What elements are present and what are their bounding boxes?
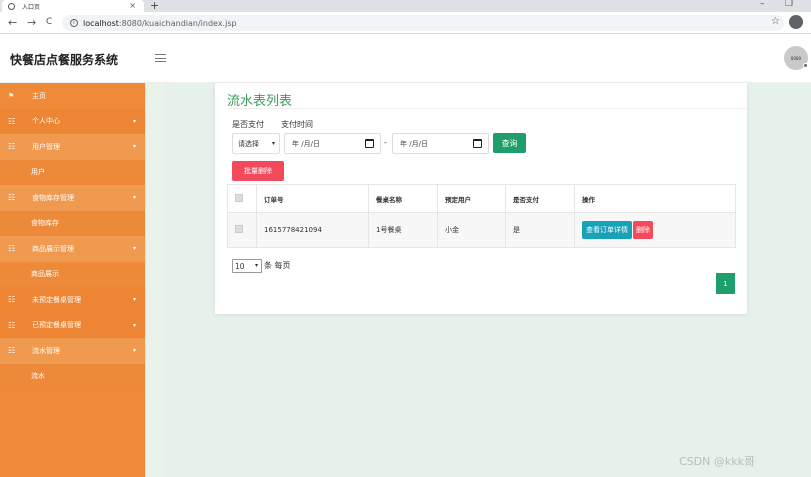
- forward-icon[interactable]: →: [27, 16, 36, 29]
- sidebar-item-home[interactable]: ⚑ 主页: [0, 83, 145, 109]
- sidebar-item-flow-mgmt[interactable]: ☷ 流水管理 ▾: [0, 338, 145, 364]
- chevron-down-icon: ▾: [132, 245, 136, 252]
- address-bar: ← → C i localhost:8080/kuaichandian/inde…: [0, 12, 811, 34]
- grid-icon: ☷: [8, 244, 16, 254]
- list-card: 流水表列表 是否支付 支付时间 请选择 ▾ 年 /月/日 - 年 /月/日 查询…: [215, 83, 747, 314]
- end-date-input[interactable]: 年 /月/日: [392, 133, 489, 154]
- table-header-row: 订单号 餐桌名称 预定用户 是否支付 操作: [227, 184, 736, 213]
- chevron-down-icon: ▾: [132, 194, 136, 201]
- avatar[interactable]: 8080: [784, 46, 808, 70]
- grid-icon: ☷: [8, 116, 16, 126]
- col-header-order-no[interactable]: 订单号: [256, 184, 369, 213]
- browser-tab-bar: 入口页 × + – ❐: [0, 0, 811, 12]
- select-all-cell: [227, 184, 257, 213]
- col-header-table-name[interactable]: 餐桌名称: [368, 184, 438, 213]
- table-row: 1615778421094 1号餐桌 小金 是 查看订单详情 删除: [227, 212, 736, 248]
- chevron-down-icon: ▾: [132, 321, 136, 329]
- tab-title: 入口页: [22, 3, 41, 11]
- paid-filter-label: 是否支付: [232, 120, 264, 129]
- page-title: 流水表列表: [227, 94, 293, 109]
- flag-icon: ⚑: [8, 91, 15, 100]
- watermark: CSDN @kkk哥: [679, 455, 755, 468]
- delete-button[interactable]: 删除: [633, 221, 653, 239]
- page-button-current[interactable]: 1: [716, 273, 735, 294]
- url-text: localhost:8080/kuaichandian/index.jsp: [83, 18, 237, 28]
- paid-cell: 是: [505, 212, 575, 248]
- sidebar-subitem-food-stock[interactable]: 食物库存: [0, 210, 145, 236]
- per-page-label: 条 每页: [264, 261, 291, 270]
- app-header: 快餐店点餐服务系统 8080: [0, 34, 811, 83]
- bookmark-star-icon[interactable]: ☆: [771, 16, 780, 27]
- col-header-actions: 操作: [574, 184, 736, 213]
- paid-select[interactable]: 请选择 ▾: [232, 133, 280, 154]
- status-dot: [803, 63, 808, 68]
- flow-table: 订单号 餐桌名称 预定用户 是否支付 操作 1615778421094 1号餐桌…: [227, 184, 736, 248]
- query-button[interactable]: 查询: [493, 133, 526, 153]
- date-separator: -: [384, 138, 387, 147]
- sidebar: ⚑ 主页 ☷ 个人中心 ▾ ☷ 用户管理 ▾ 用户 ☷ 食物库存管理 ▾ 食物库…: [0, 83, 145, 477]
- globe-icon: [8, 2, 15, 10]
- site-info-icon[interactable]: i: [70, 19, 78, 27]
- sidebar-item-unreserved-tables[interactable]: ☷ 未预定餐桌管理 ▾: [0, 287, 145, 313]
- title-divider: [227, 108, 747, 109]
- sidebar-item-profile[interactable]: ☷ 个人中心 ▾: [0, 108, 145, 134]
- profile-icon[interactable]: [789, 15, 803, 29]
- page-size-select[interactable]: 10 ▾: [232, 259, 262, 273]
- grid-icon: ☷: [8, 142, 16, 152]
- browser-tab[interactable]: 入口页 ×: [2, 0, 144, 12]
- col-header-paid[interactable]: 是否支付: [505, 184, 575, 213]
- sidebar-item-user-mgmt[interactable]: ☷ 用户管理 ▾: [0, 134, 145, 160]
- grid-icon: ☷: [8, 193, 16, 203]
- col-header-user[interactable]: 预定用户: [437, 184, 506, 213]
- reload-icon[interactable]: C: [46, 17, 52, 27]
- order-no-cell: 1615778421094: [256, 212, 369, 248]
- sidebar-subitem-flow[interactable]: 流水: [0, 363, 145, 389]
- main-content: 流水表列表 是否支付 支付时间 请选择 ▾ 年 /月/日 - 年 /月/日 查询…: [165, 83, 811, 477]
- time-filter-label: 支付时间: [281, 120, 313, 129]
- chevron-down-icon: ▾: [132, 296, 136, 303]
- row-select-cell: [227, 212, 257, 248]
- chevron-down-icon: ▾: [132, 117, 136, 125]
- back-icon[interactable]: ←: [8, 16, 17, 29]
- sidebar-subitem-product[interactable]: 商品展示: [0, 261, 145, 287]
- sidebar-item-product-mgmt[interactable]: ☷ 商品展示管理 ▾: [0, 236, 145, 262]
- brand-title: 快餐店点餐服务系统: [10, 53, 119, 67]
- calendar-icon[interactable]: [365, 139, 374, 148]
- minimize-icon[interactable]: –: [760, 0, 765, 9]
- close-tab-icon[interactable]: ×: [129, 1, 136, 10]
- start-date-input[interactable]: 年 /月/日: [284, 133, 381, 154]
- grid-icon: ☷: [8, 295, 16, 305]
- row-checkbox[interactable]: [235, 225, 243, 233]
- actions-cell: 查看订单详情 删除: [574, 212, 736, 248]
- chevron-down-icon: ▾: [132, 347, 136, 354]
- url-field[interactable]: i localhost:8080/kuaichandian/index.jsp …: [62, 15, 784, 31]
- grid-icon: ☷: [8, 320, 16, 330]
- chevron-down-icon: ▾: [132, 143, 136, 150]
- calendar-icon[interactable]: [473, 139, 482, 148]
- view-order-detail-button[interactable]: 查看订单详情: [582, 221, 632, 239]
- select-all-checkbox[interactable]: [235, 193, 243, 202]
- sidebar-item-food-stock-mgmt[interactable]: ☷ 食物库存管理 ▾: [0, 185, 145, 211]
- user-cell: 小金: [437, 212, 506, 248]
- sidebar-gutter: [145, 83, 165, 477]
- sidebar-item-reserved-tables[interactable]: ☷ 已预定餐桌管理 ▾: [0, 312, 145, 338]
- new-tab-icon[interactable]: +: [150, 0, 159, 12]
- grid-icon: ☷: [8, 346, 16, 356]
- sidebar-subitem-user[interactable]: 用户: [0, 159, 145, 185]
- restore-icon[interactable]: ❐: [785, 0, 793, 9]
- chevron-down-icon: ▾: [271, 140, 275, 147]
- hamburger-menu-icon[interactable]: [155, 54, 166, 62]
- chevron-down-icon: ▾: [254, 262, 258, 269]
- table-name-cell: 1号餐桌: [368, 212, 438, 248]
- batch-delete-button[interactable]: 批量删除: [232, 161, 284, 181]
